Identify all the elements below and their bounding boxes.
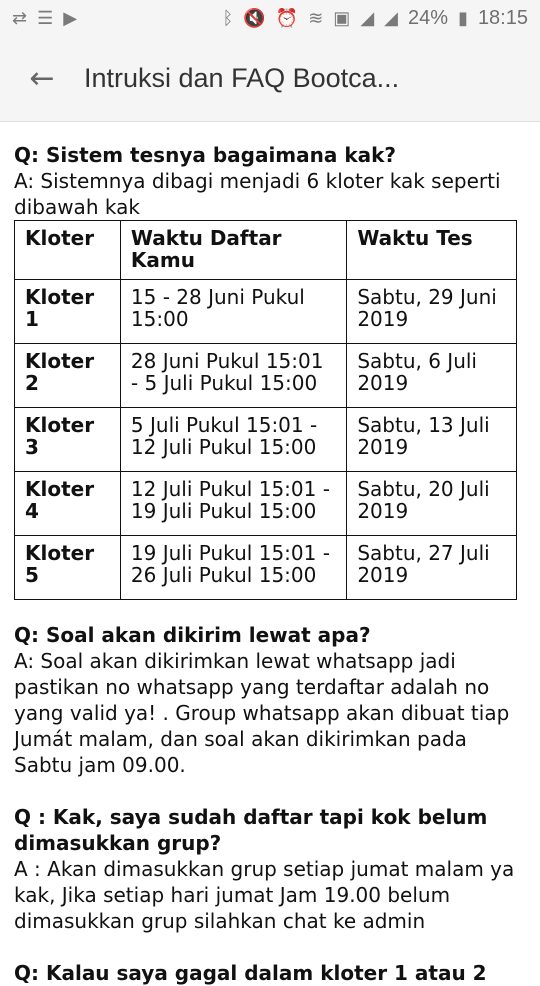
bluetooth-icon: ᛒ: [222, 7, 234, 28]
status-right: ᛒ 🔇 ⏰ ≋ ▣ ◢ ◢ 24% ▮ 18:15: [223, 7, 528, 30]
content: Q: Sistem tesnya bagaimana kak? A: Siste…: [0, 122, 540, 986]
table-cell: Sabtu, 6 Juli 2019: [346, 343, 517, 408]
clock: 18:15: [477, 6, 528, 29]
table-cell: Kloter 4: [14, 471, 121, 536]
table-cell: 19 Juli Pukul 15:01 - 26 Juli Pukul 15:0…: [119, 535, 348, 600]
table-cell: 15 - 28 Juni Pukul 15:00: [119, 279, 348, 344]
table-cell: Sabtu, 29 Juni 2019: [346, 279, 517, 344]
table-header-row: Kloter Waktu Daftar Kamu Waktu Tes: [14, 220, 517, 280]
table-cell: 28 Juni Pukul 15:01 - 5 Juli Pukul 15:00: [119, 343, 348, 408]
faq-question: Q : Kak, saya sudah daftar tapi kok belu…: [14, 805, 488, 855]
table-cell: Sabtu, 20 Juli 2019: [346, 471, 517, 536]
table-cell: Kloter 2: [14, 343, 121, 408]
faq-answer: A: Soal akan dikirimkan lewat whatsapp j…: [14, 649, 510, 777]
table-header: Waktu Daftar Kamu: [119, 220, 348, 280]
mute-icon: 🔇: [243, 7, 266, 28]
faq-answer: A: Sistemnya dibagi menjadi 6 kloter kak…: [14, 169, 501, 219]
table-cell: 5 Juli Pukul 15:01 - 12 Juli Pukul 15:00: [119, 407, 348, 472]
faq-question: Q: Sistem tesnya bagaimana kak?: [14, 143, 397, 167]
alarm-icon: ⏰: [275, 7, 299, 28]
sim-icon: ▣: [333, 7, 351, 28]
faq-section-4: Q: Kalau saya gagal dalam kloter 1 atau …: [14, 960, 526, 986]
battery-icon: ▮: [458, 7, 468, 28]
table-cell: Kloter 1: [14, 279, 121, 344]
faq-section-1: Q: Sistem tesnya bagaimana kak? A: Siste…: [14, 142, 526, 220]
faq-question: Q: Kalau saya gagal dalam kloter 1 atau …: [14, 961, 487, 985]
table-row: Kloter 2 28 Juni Pukul 15:01 - 5 Juli Pu…: [14, 343, 517, 408]
table-cell: Kloter 5: [14, 535, 121, 600]
signal-icon: ◢: [360, 7, 375, 28]
usb-icon: ⇄: [12, 7, 28, 28]
table-cell: 12 Juli Pukul 15:01 - 19 Juli Pukul 15:0…: [119, 471, 348, 536]
table-row: Kloter 1 15 - 28 Juni Pukul 15:00 Sabtu,…: [14, 279, 517, 344]
table-cell: Kloter 3: [14, 407, 121, 472]
status-left-icons: ⇄ ☰ ▶: [12, 8, 77, 29]
wifi-icon: ≋: [308, 7, 324, 28]
schedule-table: Kloter Waktu Daftar Kamu Waktu Tes Klote…: [14, 220, 517, 600]
faq-section-2: Q: Soal akan dikirim lewat apa? A: Soal …: [14, 622, 526, 778]
table-header: Kloter: [14, 220, 121, 280]
table-row: Kloter 4 12 Juli Pukul 15:01 - 19 Juli P…: [14, 471, 517, 536]
app-bar: ← Intruksi dan FAQ Bootca...: [0, 36, 540, 122]
back-arrow-icon[interactable]: ←: [0, 36, 84, 122]
table-header: Waktu Tes: [346, 220, 517, 280]
list-icon: ☰: [37, 7, 54, 28]
faq-answer: A : Akan dimasukkan grup setiap jumat ma…: [14, 857, 515, 933]
table-cell: Sabtu, 27 Juli 2019: [346, 535, 517, 600]
table-cell: Sabtu, 13 Juli 2019: [346, 407, 517, 472]
status-bar: ⇄ ☰ ▶ ᛒ 🔇 ⏰ ≋ ▣ ◢ ◢ 24% ▮ 18:15: [0, 0, 540, 36]
faq-question: Q: Soal akan dikirim lewat apa?: [14, 623, 371, 647]
faq-section-3: Q : Kak, saya sudah daftar tapi kok belu…: [14, 804, 526, 934]
page-title: Intruksi dan FAQ Bootca...: [84, 63, 400, 93]
play-store-icon: ▶: [63, 7, 78, 28]
table-row: Kloter 5 19 Juli Pukul 15:01 - 26 Juli P…: [14, 535, 517, 600]
table-row: Kloter 3 5 Juli Pukul 15:01 - 12 Juli Pu…: [14, 407, 517, 472]
battery-percent: 24%: [408, 6, 449, 29]
signal-icon: ◢: [384, 7, 398, 28]
